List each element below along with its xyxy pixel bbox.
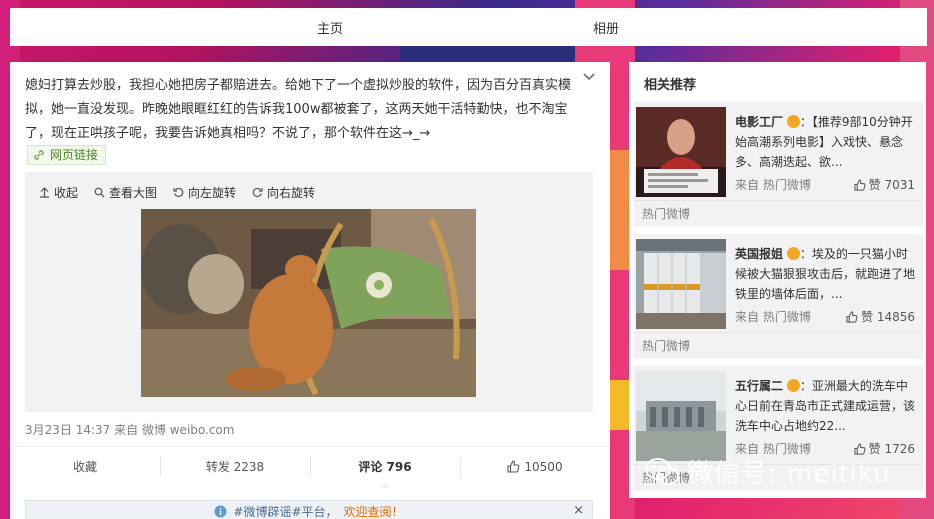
rotate-left-button[interactable]: 向左旋转 <box>173 184 236 201</box>
rotate-right-icon <box>252 187 263 198</box>
recommendation-source: 来自 热门微博 <box>735 310 811 324</box>
recommendation-thumbnail[interactable] <box>636 371 726 461</box>
chevron-down-icon[interactable] <box>582 70 596 84</box>
recommendation-likes[interactable]: 赞 7031 <box>854 176 915 193</box>
rotate-right-label: 向右旋转 <box>267 186 316 200</box>
v-badge-icon <box>786 379 800 392</box>
v-badge-icon <box>786 247 800 260</box>
recommendation-thumbnail[interactable] <box>636 107 726 197</box>
wechat-icon <box>645 457 679 485</box>
recommendation-name[interactable]: 五行属二 <box>735 379 783 393</box>
recommendation-item[interactable]: 电影工厂 ：【推荐9部10分钟开始高潮系列电影】入戏快、悬念多、高潮迭起、欲..… <box>634 102 923 227</box>
comment-button[interactable]: 评论 796 <box>310 456 460 488</box>
recommendation-item[interactable]: 英国报姐 ：埃及的一只猫小时候被大猫狠狠攻击后，就跑进了地铁里的墙体后面，...… <box>634 234 923 359</box>
recommendation-like-count: 赞 7031 <box>868 178 915 192</box>
rotate-left-label: 向左旋转 <box>188 186 237 200</box>
comment-label: 评论 796 <box>358 460 412 474</box>
recommendation-footer[interactable]: 热门微博 <box>634 200 923 227</box>
post-actions: 收藏 转发 2238 评论 796 10500 <box>10 446 610 488</box>
recommendation-source: 来自 热门微博 <box>735 178 811 192</box>
collapse-button[interactable]: 收起 <box>39 184 78 201</box>
thumbs-up-icon <box>507 460 520 473</box>
recommendation-text: 五行属二 ：亚洲最大的洗车中心日前在青岛市正式建成运营，该洗车中心占地约22..… <box>735 376 917 436</box>
like-button[interactable]: 10500 <box>460 457 610 478</box>
thumbs-up-icon <box>854 178 866 191</box>
wechat-watermark: 微信号: meitiku <box>645 453 891 490</box>
watermark-text: 微信号: meitiku <box>687 459 891 489</box>
cat-gif-image[interactable] <box>141 209 476 397</box>
recommendation-thumbnail[interactable] <box>636 239 726 329</box>
favorite-button[interactable]: 收藏 <box>10 458 160 475</box>
media-panel: 收起 查看大图 向左旋转 向右旋转 <box>25 172 593 412</box>
repost-label: 转发 2238 <box>205 460 265 474</box>
recommendation-text: 电影工厂 ：【推荐9部10分钟开始高潮系列电影】入戏快、悬念多、高潮迭起、欲..… <box>735 112 917 172</box>
notice-text: #微博辟谣#平台， <box>233 504 338 519</box>
sidebar-title: 相关推荐 <box>644 78 697 93</box>
info-icon <box>214 505 227 517</box>
media-toolbar: 收起 查看大图 向左旋转 向右旋转 <box>39 184 315 201</box>
web-link[interactable]: 网页链接 <box>27 145 107 165</box>
post-meta: 3月23日 14:37 来自 微博 weibo.com <box>25 423 235 437</box>
web-link-label: 网页链接 <box>50 148 99 162</box>
arrow-up-icon <box>40 187 49 198</box>
like-count: 10500 <box>524 459 563 474</box>
view-large-button[interactable]: 查看大图 <box>94 184 157 201</box>
rumor-notice: #微博辟谣#平台， 欢迎查阅！ × <box>25 500 593 519</box>
feed-card: 媳妇打算去炒股，我担心她把房子都赔进去。给她下了一个虚拟炒股的软件，因为百分百真… <box>10 62 610 519</box>
search-icon <box>94 187 105 198</box>
view-large-label: 查看大图 <box>109 186 158 200</box>
v-badge-icon <box>786 115 800 128</box>
recommendation-like-count: 赞 14856 <box>861 310 915 324</box>
top-nav: 主页 相册 <box>10 8 927 46</box>
post-text: 媳妇打算去炒股，我担心她把房子都赔进去。给她下了一个虚拟炒股的软件，因为百分百真… <box>25 78 572 141</box>
recommendation-name[interactable]: 电影工厂 <box>735 115 783 129</box>
recommendation-footer[interactable]: 热门微博 <box>634 332 923 359</box>
recommendation-text: 英国报姐 ：埃及的一只猫小时候被大猫狠狠攻击后，就跑进了地铁里的墙体后面，... <box>735 244 917 304</box>
rotate-right-button[interactable]: 向右旋转 <box>252 184 315 201</box>
link-icon <box>34 150 44 160</box>
rotate-left-icon <box>173 187 184 198</box>
nav-album-link[interactable]: 相册 <box>593 18 619 37</box>
nav-home-link[interactable]: 主页 <box>317 18 343 37</box>
notice-highlight[interactable]: 欢迎查阅！ <box>344 503 404 519</box>
close-icon[interactable]: × <box>573 503 584 518</box>
recommendation-likes[interactable]: 赞 14856 <box>846 308 915 325</box>
repost-button[interactable]: 转发 2238 <box>160 456 310 476</box>
related-sidebar: 相关推荐 电影工厂 ：【推荐9部10分钟开始高潮系列电影】入戏快、悬念多、高潮迭… <box>629 62 926 498</box>
collapse-label: 收起 <box>54 186 79 200</box>
favorite-label: 收藏 <box>72 460 97 474</box>
thumbs-up-icon <box>846 310 858 323</box>
recommendation-name[interactable]: 英国报姐 <box>735 247 783 261</box>
